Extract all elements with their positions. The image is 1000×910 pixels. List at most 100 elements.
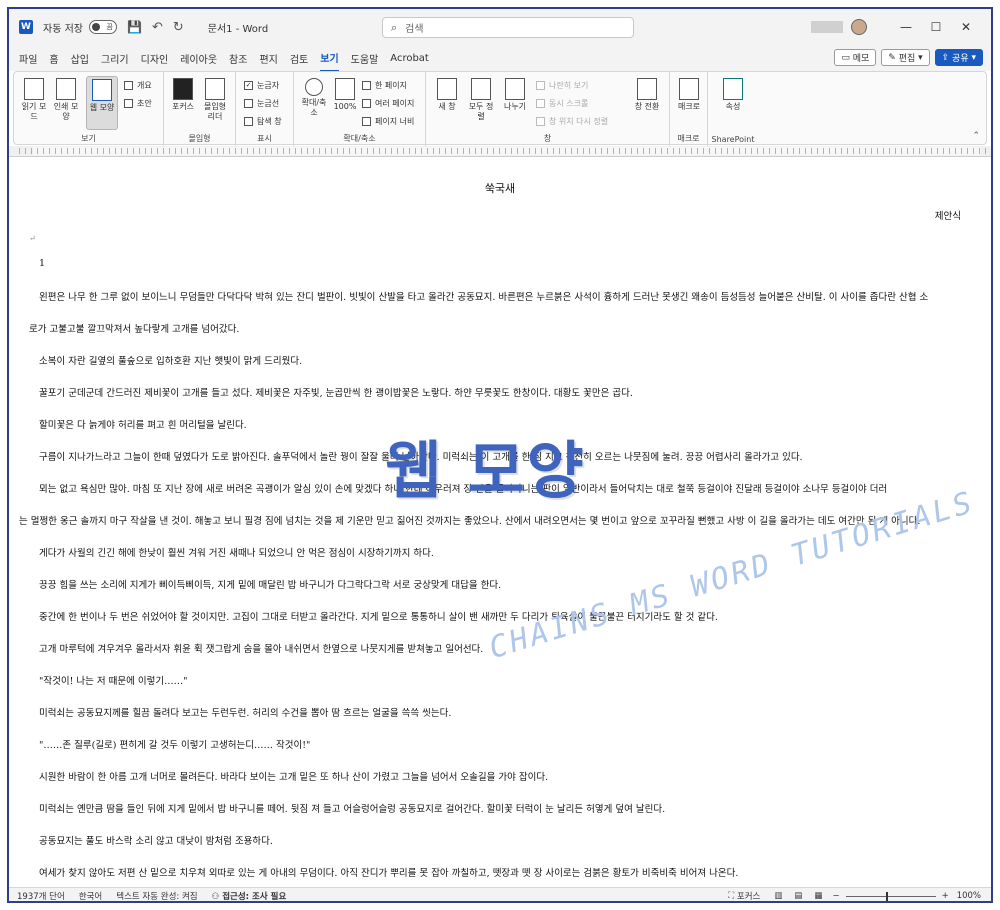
ruler-ticks <box>19 148 989 154</box>
outline-icon <box>124 81 133 90</box>
save-icon[interactable]: 💾 <box>127 20 142 34</box>
zoom-out-icon[interactable]: − <box>832 891 839 901</box>
reset-window-button[interactable]: 창 위치 다시 정렬 <box>536 116 608 127</box>
zoom-in-icon[interactable]: + <box>942 891 949 901</box>
one-page-button[interactable]: 한 페이지 <box>362 80 407 91</box>
horizontal-ruler[interactable] <box>9 146 991 157</box>
tab-acrobat[interactable]: Acrobat <box>390 48 429 69</box>
group-label-sharepoint: SharePoint <box>711 135 755 144</box>
close-button[interactable]: ✕ <box>951 20 981 34</box>
read-mode-label: 읽기 모드 <box>21 102 47 121</box>
focus-mode-button[interactable]: 포커스 <box>737 890 760 901</box>
autosave-toggle[interactable]: 끔 <box>88 20 117 34</box>
sync-scroll-label: 동시 스크롤 <box>549 99 589 108</box>
collapse-ribbon-icon[interactable]: ⌃ <box>972 131 980 141</box>
focus-button[interactable]: 포커스 <box>170 78 196 112</box>
split-button[interactable]: 나누기 <box>500 78 530 112</box>
checkbox-checked-icon: ✓ <box>244 81 253 90</box>
multiple-pages-button[interactable]: 여러 페이지 <box>362 98 414 109</box>
account-name[interactable] <box>811 21 843 33</box>
switch-windows-label: 창 전환 <box>634 102 660 111</box>
zoom-100-button[interactable]: 100% <box>332 78 358 112</box>
web-layout-icon[interactable]: ▦ <box>814 891 822 901</box>
comments-button[interactable]: ▭ 메모 <box>834 49 877 66</box>
new-window-button[interactable]: 새 창 <box>432 78 462 112</box>
outline-button[interactable]: 개요 <box>124 80 152 91</box>
tab-insert[interactable]: 삽입 <box>71 46 89 71</box>
zoom-level[interactable]: 100% <box>957 891 981 901</box>
redo-icon[interactable]: ↻ <box>173 20 184 35</box>
tab-references[interactable]: 참조 <box>229 46 247 71</box>
zoom-label: 확대/축소 <box>301 98 327 117</box>
page-width-icon <box>362 117 371 126</box>
tab-layout[interactable]: 레이아웃 <box>180 46 217 71</box>
tab-help[interactable]: 도움말 <box>351 46 379 71</box>
draft-button[interactable]: 초안 <box>124 98 152 109</box>
web-layout-button[interactable]: 웹 모양 <box>86 76 118 130</box>
new-window-icon <box>437 78 457 100</box>
zoom-slider[interactable] <box>845 891 936 901</box>
language-indicator[interactable]: 한국어 <box>79 890 102 902</box>
paragraph: "……존 질루(길로) 편히게 갈 것두 이렇기 고생허는디…… 작것이!" <box>39 740 311 751</box>
print-layout-button[interactable]: 인쇄 모양 <box>52 78 80 122</box>
draft-icon <box>124 99 133 108</box>
tab-draw[interactable]: 그리기 <box>101 46 129 71</box>
macros-button[interactable]: 매크로 <box>674 78 704 112</box>
tab-design[interactable]: 디자인 <box>141 46 169 71</box>
sharepoint-icon <box>723 78 743 100</box>
nav-pane-checkbox[interactable]: 탐색 창 <box>244 116 282 127</box>
search-box[interactable]: ⌕ 검색 <box>382 17 634 38</box>
gridlines-checkbox[interactable]: 눈금선 <box>244 98 279 109</box>
zoom-button[interactable]: 확대/축소 <box>300 78 328 118</box>
side-by-side-button[interactable]: 나란히 보기 <box>536 80 588 91</box>
tab-file[interactable]: 파일 <box>19 46 37 71</box>
properties-button[interactable]: 속성 <box>716 78 750 112</box>
tab-review[interactable]: 검토 <box>290 46 308 71</box>
page-icon <box>56 78 76 100</box>
read-mode-icon[interactable]: ▥ <box>774 891 782 901</box>
document-body[interactable]: 쑥국새 제안식 ↵ 1 왼편은 나무 한 그루 없이 보이느니 무덤들만 다닥다… <box>9 158 991 887</box>
read-mode-button[interactable]: 읽기 모드 <box>20 78 48 122</box>
watermark-title: 웹 모양 <box>385 434 586 507</box>
group-macros: 매크로 매크로 <box>670 72 708 146</box>
globe-page-icon <box>92 79 112 101</box>
page-width-button[interactable]: 페이지 너비 <box>362 116 414 127</box>
group-label-show: 표시 <box>257 134 272 143</box>
arrange-all-button[interactable]: 모두 정렬 <box>466 78 496 122</box>
page-width-label: 페이지 너비 <box>375 117 415 126</box>
chevron-down-icon: ▾ <box>915 52 923 63</box>
switch-windows-button[interactable]: 창 전환 <box>630 78 664 112</box>
share-button[interactable]: ⇪ 공유 ▾ <box>934 49 983 66</box>
avatar[interactable] <box>851 19 867 35</box>
tab-home[interactable]: 홈 <box>49 46 58 71</box>
undo-icon[interactable]: ↶ <box>152 20 163 35</box>
paragraph: "작것이! 나는 저 때문에 이렇기……" <box>39 676 188 687</box>
maximize-button[interactable]: ☐ <box>921 20 951 34</box>
accessibility-status[interactable]: ⚇ 접근성: 조사 필요 <box>212 890 287 902</box>
group-show: ✓ 눈금자 눈금선 탐색 창 표시 <box>236 72 294 146</box>
editing-button[interactable]: ✎ 편집 ▾ <box>881 49 930 66</box>
sync-scroll-button[interactable]: 동시 스크롤 <box>536 98 588 109</box>
ruler-checkbox[interactable]: ✓ 눈금자 <box>244 80 279 91</box>
arrange-icon <box>471 78 491 100</box>
multiple-pages-icon <box>362 99 371 108</box>
share-icon: ⇪ <box>941 52 953 63</box>
book-icon <box>24 78 44 100</box>
search-placeholder: 검색 <box>405 24 424 35</box>
minimize-button[interactable]: — <box>891 20 921 34</box>
group-label-macros: 매크로 <box>677 134 700 143</box>
tab-view[interactable]: 보기 <box>320 45 339 72</box>
word-count[interactable]: 1937개 단어 <box>17 890 65 902</box>
accessibility-label: 접근성: 조사 필요 <box>222 891 287 902</box>
reset-window-label: 창 위치 다시 정렬 <box>549 117 609 126</box>
print-layout-icon[interactable]: ▤ <box>794 891 802 901</box>
immersive-reader-button[interactable]: 몰입형 리더 <box>200 78 230 122</box>
text-predictions-status[interactable]: 텍스트 자동 완성: 켜짐 <box>116 890 197 902</box>
group-sharepoint: 속성 SharePoint <box>708 72 758 146</box>
chevron-down-icon: ▾ <box>968 52 976 63</box>
paragraph: 로가 고불고불 깔끄막져서 높다랗게 고개를 넘어갔다. <box>29 324 240 335</box>
gridlines-label: 눈금선 <box>257 99 280 108</box>
zoom-100-label: 100% <box>333 102 357 111</box>
tab-mailings[interactable]: 편지 <box>259 46 277 71</box>
comment-icon: ▭ <box>841 52 853 63</box>
